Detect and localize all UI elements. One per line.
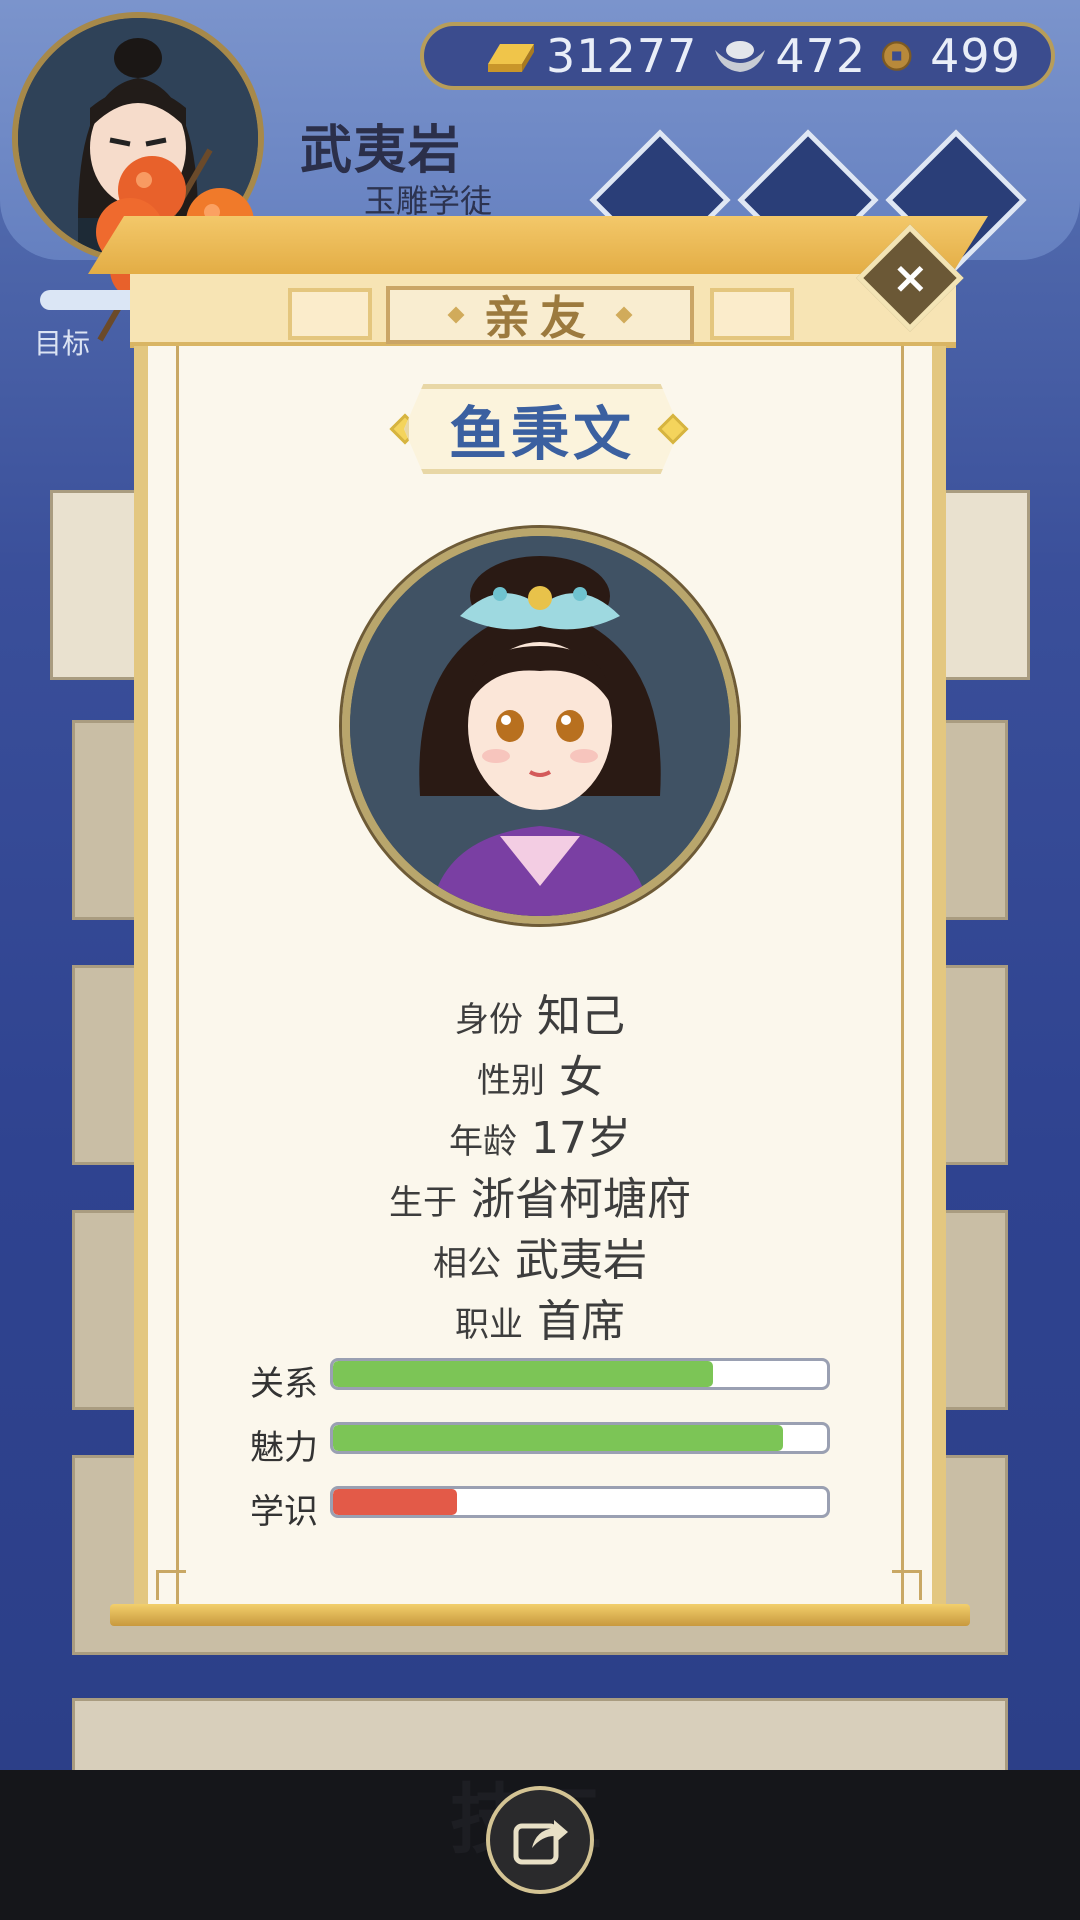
silver-ingot-icon [715,41,766,72]
info-row-occupation: 职业 首席 [0,1285,1080,1349]
coin-amount: 499 [930,29,1021,83]
scroll-bottom-rod [110,1604,970,1626]
info-key: 年龄 [449,1122,517,1162]
title-ornament [615,306,633,324]
character-name-plate: 鱼秉文 [404,384,680,474]
title-ornament [447,306,465,324]
character-portrait [339,525,741,927]
stat-label-charm: 魅力 [250,1428,318,1468]
info-key: 职业 [455,1305,523,1345]
info-key: 身份 [455,1000,523,1040]
info-key: 生于 [389,1183,457,1223]
corner-ornament [892,1570,922,1600]
corner-ornament [156,1570,186,1600]
modal-title-plate: 亲友 [386,286,694,345]
share-icon [513,1820,568,1865]
info-key: 相公 [433,1244,501,1284]
copper-coin-icon [882,41,912,71]
currency-bar: 31277 472 499 [420,22,1055,90]
info-row-gender: 性别女 [0,1041,1080,1105]
gold-amount: 31277 [546,29,698,83]
modal-title: 亲友 [484,291,596,345]
stat-fill [333,1489,457,1515]
silver-amount: 472 [775,29,867,83]
header-side-plate-left [288,288,372,340]
info-value: 知己 [537,991,625,1042]
character-name: 鱼秉文 [448,400,635,468]
info-value: 首席 [537,1296,625,1347]
stat-label-knowledge: 学识 [250,1492,318,1532]
info-key: 性别 [477,1061,545,1101]
info-row-birthplace: 生于 浙省柯塘府 [0,1163,1080,1227]
gold-ingot-icon [488,44,534,72]
player-name: 武夷岩 [300,121,463,181]
share-button[interactable] [486,1786,594,1894]
stat-bar-relationship [330,1358,830,1390]
info-value: 17岁 [531,1113,631,1164]
info-value: 浙省柯塘府 [471,1174,691,1225]
goal-label: 目标 [34,327,91,360]
info-value: 女 [559,1052,603,1103]
info-row-age: 年龄 17岁 [0,1102,1080,1166]
stat-label-relationship: 关系 [250,1364,318,1404]
info-row-identity: 身份 知己 [0,980,1080,1044]
player-rank: 玉雕学徒 [364,182,493,220]
stat-bar-charm [330,1422,830,1454]
stat-fill [333,1425,783,1451]
stat-fill [333,1361,714,1387]
scroll-top-roll [88,216,988,274]
info-row-husband: 相公 武夷岩 [0,1224,1080,1288]
stat-bar-knowledge [330,1486,830,1518]
header-side-plate-right [710,288,794,340]
info-value: 武夷岩 [515,1235,647,1286]
close-icon: × [891,252,929,303]
